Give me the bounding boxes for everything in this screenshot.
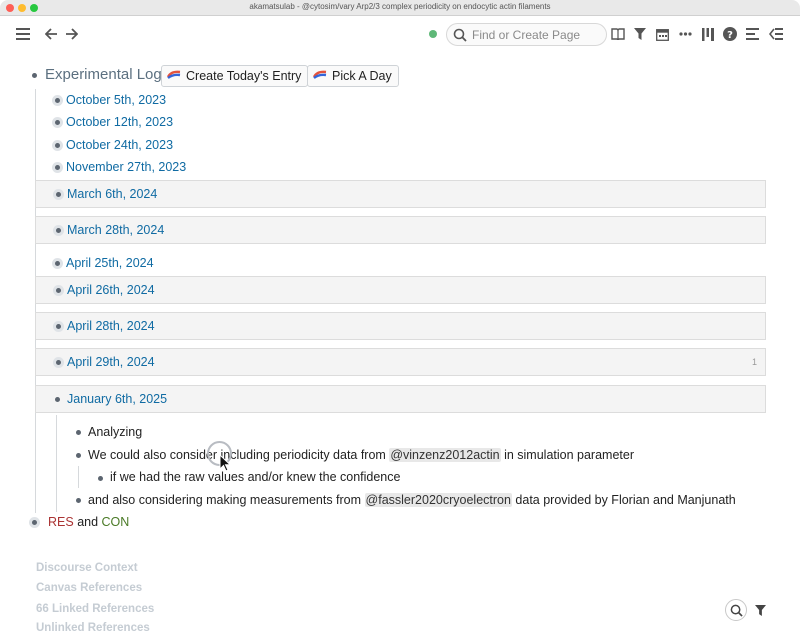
book-icon[interactable] bbox=[609, 16, 627, 52]
calendar-icon[interactable] bbox=[654, 16, 670, 52]
bullet[interactable] bbox=[32, 73, 37, 78]
bullet[interactable] bbox=[52, 140, 63, 151]
help-icon[interactable]: ? bbox=[722, 16, 738, 52]
date-link[interactable]: November 27th, 2023 bbox=[66, 160, 186, 174]
bullet[interactable] bbox=[52, 162, 63, 173]
indent-guide bbox=[56, 415, 57, 512]
search-icon bbox=[453, 28, 467, 47]
log-entry[interactable]: April 28th, 2024 bbox=[35, 312, 766, 340]
log-entry[interactable]: April 29th, 2024 1 bbox=[35, 348, 766, 376]
bullet[interactable] bbox=[29, 517, 40, 528]
search-icon[interactable] bbox=[725, 599, 747, 621]
log-entry-expanded[interactable]: January 6th, 2025 bbox=[35, 385, 766, 413]
citation-link[interactable]: @vinzenz2012actin bbox=[389, 448, 501, 462]
date-link[interactable]: April 26th, 2024 bbox=[67, 283, 155, 297]
bullet[interactable] bbox=[52, 258, 63, 269]
filter-icon[interactable] bbox=[632, 16, 648, 52]
date-link[interactable]: January 6th, 2025 bbox=[67, 392, 167, 406]
date-link[interactable]: October 5th, 2023 bbox=[66, 93, 166, 107]
mouse-pointer-icon bbox=[219, 453, 232, 477]
log-entry[interactable]: October 5th, 2023 bbox=[35, 90, 766, 112]
window-title: akamatsulab - @cytosim/vary Arp2/3 compl… bbox=[249, 2, 551, 11]
linked-references-header[interactable]: 66 Linked References bbox=[36, 603, 154, 615]
log-entry[interactable]: October 12th, 2023 bbox=[35, 112, 766, 134]
citation-link[interactable]: @fassler2020cryoelectron bbox=[364, 493, 512, 507]
bullet[interactable] bbox=[76, 498, 81, 503]
right-sidebar-icon[interactable] bbox=[744, 16, 760, 52]
columns-icon[interactable] bbox=[700, 16, 716, 52]
svg-text:?: ? bbox=[727, 30, 733, 41]
con-tag[interactable]: CON bbox=[102, 515, 130, 529]
note-text[interactable]: and also considering making measurements… bbox=[88, 493, 736, 507]
bullet[interactable] bbox=[76, 453, 81, 458]
bullet[interactable] bbox=[53, 285, 64, 296]
note-text[interactable]: We could also consider including periodi… bbox=[88, 448, 634, 462]
create-todays-entry-button[interactable]: Create Today's Entry bbox=[161, 65, 309, 87]
note-text-segment: We could also consider including periodi… bbox=[88, 448, 390, 462]
sync-status-dot bbox=[429, 30, 437, 38]
search-input[interactable]: Find or Create Page bbox=[446, 23, 607, 46]
res-con-block[interactable]: RES and CON bbox=[48, 515, 129, 529]
indent-guide bbox=[78, 466, 79, 488]
note-text-segment: in simulation parameter bbox=[500, 448, 635, 462]
more-icon[interactable] bbox=[677, 16, 693, 52]
date-link[interactable]: March 28th, 2024 bbox=[67, 223, 164, 237]
forward-arrow-icon[interactable] bbox=[62, 16, 80, 52]
collapse-sidebar-icon[interactable] bbox=[767, 16, 785, 52]
bullet[interactable] bbox=[52, 117, 63, 128]
note-text[interactable]: Analyzing bbox=[88, 425, 142, 439]
date-link[interactable]: October 24th, 2023 bbox=[66, 138, 173, 152]
bullet[interactable] bbox=[53, 321, 64, 332]
note-text[interactable]: if we had the raw values and/or knew the… bbox=[110, 470, 400, 484]
log-entry[interactable]: April 25th, 2024 bbox=[35, 253, 766, 275]
discourse-context-header[interactable]: Discourse Context bbox=[36, 562, 138, 574]
date-link[interactable]: October 12th, 2023 bbox=[66, 115, 173, 129]
date-link[interactable]: April 25th, 2024 bbox=[66, 256, 154, 270]
search-placeholder: Find or Create Page bbox=[472, 28, 581, 42]
back-arrow-icon[interactable] bbox=[42, 16, 60, 52]
log-entry[interactable]: November 27th, 2023 bbox=[35, 157, 766, 179]
log-entry[interactable]: March 6th, 2024 bbox=[35, 180, 766, 208]
note-text-segment: and also considering making measurements… bbox=[88, 493, 365, 507]
pick-a-day-button[interactable]: Pick A Day bbox=[307, 65, 399, 87]
create-todays-entry-label: Create Today's Entry bbox=[186, 69, 302, 83]
roam-logo-icon bbox=[312, 69, 327, 83]
and-text: and bbox=[77, 515, 99, 529]
note-text-segment: data provided by Florian and Manjunath bbox=[511, 493, 736, 507]
pick-a-day-label: Pick A Day bbox=[332, 69, 392, 83]
log-entry[interactable]: April 26th, 2024 bbox=[35, 276, 766, 304]
page-heading: Experimental Log bbox=[45, 66, 162, 83]
bullet[interactable] bbox=[52, 95, 63, 106]
bullet[interactable] bbox=[76, 430, 81, 435]
bullet[interactable] bbox=[53, 189, 64, 200]
bullet[interactable] bbox=[55, 397, 60, 402]
bullet[interactable] bbox=[53, 357, 64, 368]
window-titlebar: akamatsulab - @cytosim/vary Arp2/3 compl… bbox=[0, 0, 800, 16]
canvas-references-header[interactable]: Canvas References bbox=[36, 582, 142, 594]
res-tag[interactable]: RES bbox=[48, 515, 74, 529]
reference-count[interactable]: 1 bbox=[752, 357, 757, 367]
date-link[interactable]: April 29th, 2024 bbox=[67, 355, 155, 369]
bullet[interactable] bbox=[98, 476, 103, 481]
filter-icon[interactable] bbox=[749, 599, 771, 621]
date-link[interactable]: March 6th, 2024 bbox=[67, 187, 157, 201]
bullet[interactable] bbox=[53, 225, 64, 236]
log-entry[interactable]: October 24th, 2023 bbox=[35, 135, 766, 157]
menu-icon[interactable] bbox=[13, 16, 33, 52]
log-entry[interactable]: March 28th, 2024 bbox=[35, 216, 766, 244]
date-link[interactable]: April 28th, 2024 bbox=[67, 319, 155, 333]
unlinked-references-header[interactable]: Unlinked References bbox=[36, 622, 150, 634]
roam-logo-icon bbox=[166, 69, 181, 83]
